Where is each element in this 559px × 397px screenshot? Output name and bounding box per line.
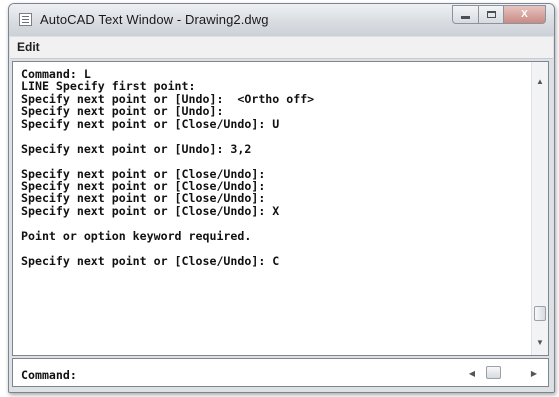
scroll-left-icon[interactable]: ◀ bbox=[466, 366, 478, 380]
history-line: LINE Specify first point: bbox=[21, 79, 196, 94]
caption-buttons: X bbox=[452, 5, 546, 24]
history-line: Specify next point or [Close/Undo]: C bbox=[21, 253, 280, 268]
scroll-right-icon[interactable]: ▶ bbox=[528, 366, 540, 380]
close-button[interactable]: X bbox=[503, 5, 546, 24]
vertical-scrollbar[interactable]: ▲ ▼ bbox=[531, 62, 548, 355]
history-line: Specify next point or [Undo]: bbox=[21, 104, 224, 119]
maximize-button[interactable] bbox=[478, 5, 503, 24]
minimize-icon bbox=[461, 16, 470, 19]
command-line[interactable]: Command: ◀ ▶ bbox=[12, 358, 549, 387]
history-line bbox=[21, 130, 524, 143]
command-history-pane[interactable]: Command: L LINE Specify first point: Speci… bbox=[12, 61, 549, 356]
history-line: Specify next point or [Undo]: 3,2 bbox=[21, 141, 252, 156]
vertical-scroll-thumb[interactable] bbox=[534, 306, 546, 321]
app-window-icon[interactable] bbox=[19, 13, 32, 26]
history-line: Specify next point or [Close/Undo]: U bbox=[21, 116, 280, 131]
horizontal-scroll-thumb[interactable] bbox=[486, 366, 501, 379]
scroll-down-icon[interactable]: ▼ bbox=[532, 335, 548, 349]
scroll-up-icon[interactable]: ▲ bbox=[532, 74, 548, 88]
autocad-text-window: AutoCAD Text Window - Drawing2.dwg X Edi… bbox=[8, 3, 555, 393]
history-line bbox=[21, 217, 524, 230]
history-line bbox=[21, 242, 524, 255]
history-line: Point or option keyword required. bbox=[21, 228, 252, 243]
close-icon: X bbox=[521, 9, 528, 20]
menu-edit[interactable]: Edit bbox=[17, 40, 40, 54]
history-line: Specify next point or [Close/Undo]: X bbox=[21, 203, 280, 218]
horizontal-scrollbar[interactable]: ◀ ▶ bbox=[466, 366, 540, 380]
history-line: Specify next point or [Close/Undo]: bbox=[21, 191, 266, 206]
command-history-text: Command: L LINE Specify first point: Speci… bbox=[21, 68, 524, 267]
maximize-icon bbox=[486, 11, 496, 18]
minimize-button[interactable] bbox=[452, 5, 478, 24]
menu-bar: Edit bbox=[10, 37, 553, 59]
command-prompt: Command: bbox=[21, 368, 77, 382]
window-title: AutoCAD Text Window - Drawing2.dwg bbox=[40, 12, 269, 27]
history-line bbox=[21, 155, 524, 168]
title-bar[interactable]: AutoCAD Text Window - Drawing2.dwg X bbox=[9, 4, 554, 36]
